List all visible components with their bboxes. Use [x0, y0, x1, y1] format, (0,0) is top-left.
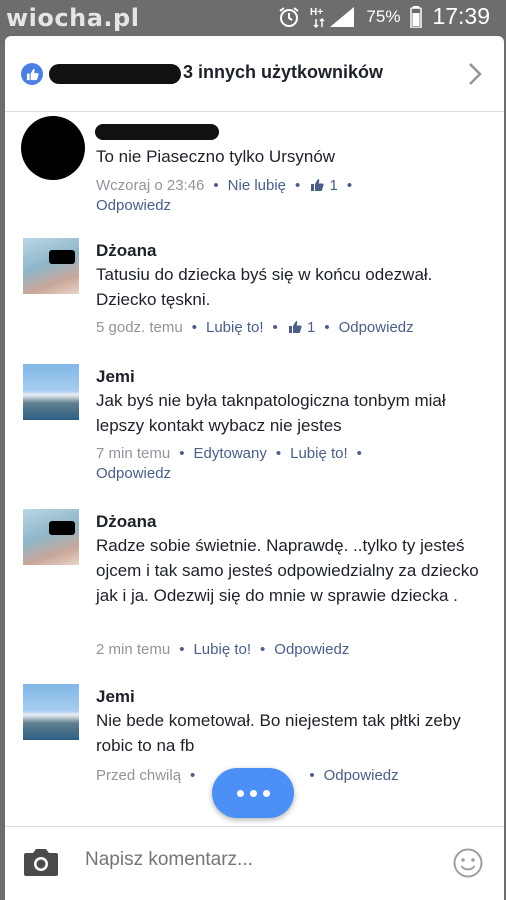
camera-icon[interactable] [23, 847, 59, 877]
thumbs-up-icon [21, 63, 43, 85]
comment-time: Przed chwilą [96, 767, 182, 784]
reply-link[interactable]: Odpowiedz [96, 197, 171, 214]
commenter-name[interactable]: Jemi [96, 687, 135, 707]
comment-input[interactable] [85, 849, 385, 871]
reactions-header[interactable]: 3 innych użytkowników [5, 36, 504, 112]
edited-link[interactable]: Edytowany [193, 445, 266, 462]
watermark: wiocha.pl [6, 4, 140, 32]
like-count: 1 [329, 177, 338, 194]
comment-time: 2 min temu [96, 641, 171, 658]
comment-meta: 7 min temu • Edytowany • Lubię to! • Odpowied… [96, 445, 362, 482]
chevron-right-icon[interactable] [468, 62, 482, 86]
comment-time: Wczoraj o 23:46 [96, 177, 205, 194]
like-link[interactable]: Lubię to! [290, 445, 348, 462]
comment-time: 7 min temu [96, 445, 171, 462]
comment-time: 5 godz. temu [96, 319, 183, 336]
redacted-names [49, 64, 181, 84]
comment-meta: 2 min temu • Lubię to! • Odpowiedz [96, 641, 350, 658]
like-count: 1 [306, 319, 316, 336]
battery-icon [410, 5, 423, 28]
status-icons: H+ 75% 17:39 [278, 3, 490, 30]
reply-link[interactable]: Odpowiedz [274, 641, 349, 658]
redacted-name [95, 124, 219, 140]
reply-link[interactable]: Odpowiedz [339, 319, 414, 336]
comments-sheet: 3 innych użytkowników To nie Piaseczno t… [5, 36, 504, 900]
header-title: 3 innych użytkowników [183, 62, 384, 82]
battery-percent: 75% [366, 6, 401, 26]
status-bar: wiocha.pl H+ 75% 17:39 [0, 0, 506, 36]
comment-meta: Wczoraj o 23:46 • Nie lubię • 1 • Odpowiedz [96, 177, 353, 214]
avatar[interactable] [23, 364, 79, 420]
clock-time: 17:39 [432, 3, 490, 29]
svg-text:H+: H+ [310, 7, 323, 18]
avatar[interactable] [23, 684, 79, 740]
commenter-name[interactable]: Dżoana [96, 241, 156, 261]
comment-text: To nie Piaseczno tylko Ursynów [96, 147, 336, 166]
comment-composer [5, 826, 504, 900]
reply-link[interactable]: Odpowiedz [324, 767, 399, 784]
like-count-icon [288, 321, 302, 333]
like-link[interactable]: Lubię to! [193, 641, 251, 658]
comment-text: Radze sobie świetnie. Naprawdę. ..tylko … [96, 536, 479, 605]
avatar[interactable] [23, 509, 79, 565]
comment-meta: 5 godz. temu • Lubię to! • 1 • Odpowiedz [96, 319, 414, 336]
unlike-link[interactable]: Nie lubię [228, 177, 286, 194]
comment-text: Jak byś nie była taknpatologiczna tonbym… [96, 391, 446, 435]
alarm-icon [279, 6, 300, 27]
avatar-redacted[interactable] [21, 116, 85, 180]
comment-text: Nie bede kometował. Bo niejestem tak płt… [96, 711, 461, 755]
like-count-icon [311, 179, 324, 191]
avatar[interactable] [23, 238, 79, 294]
commenter-name[interactable]: Dżoana [96, 512, 156, 532]
signal-hplus-icon: H+ [310, 6, 355, 28]
smiley-icon[interactable] [452, 847, 484, 879]
more-dots-icon[interactable] [212, 768, 294, 818]
comment-text: Tatusiu do dziecka byś się w końcu odezw… [96, 265, 433, 309]
reply-link[interactable]: Odpowiedz [96, 465, 171, 482]
commenter-name[interactable]: Jemi [96, 367, 135, 387]
like-link[interactable]: Lubię to! [206, 319, 264, 336]
comment-meta: Przed chwilą • • Odpowiedz [96, 767, 399, 784]
